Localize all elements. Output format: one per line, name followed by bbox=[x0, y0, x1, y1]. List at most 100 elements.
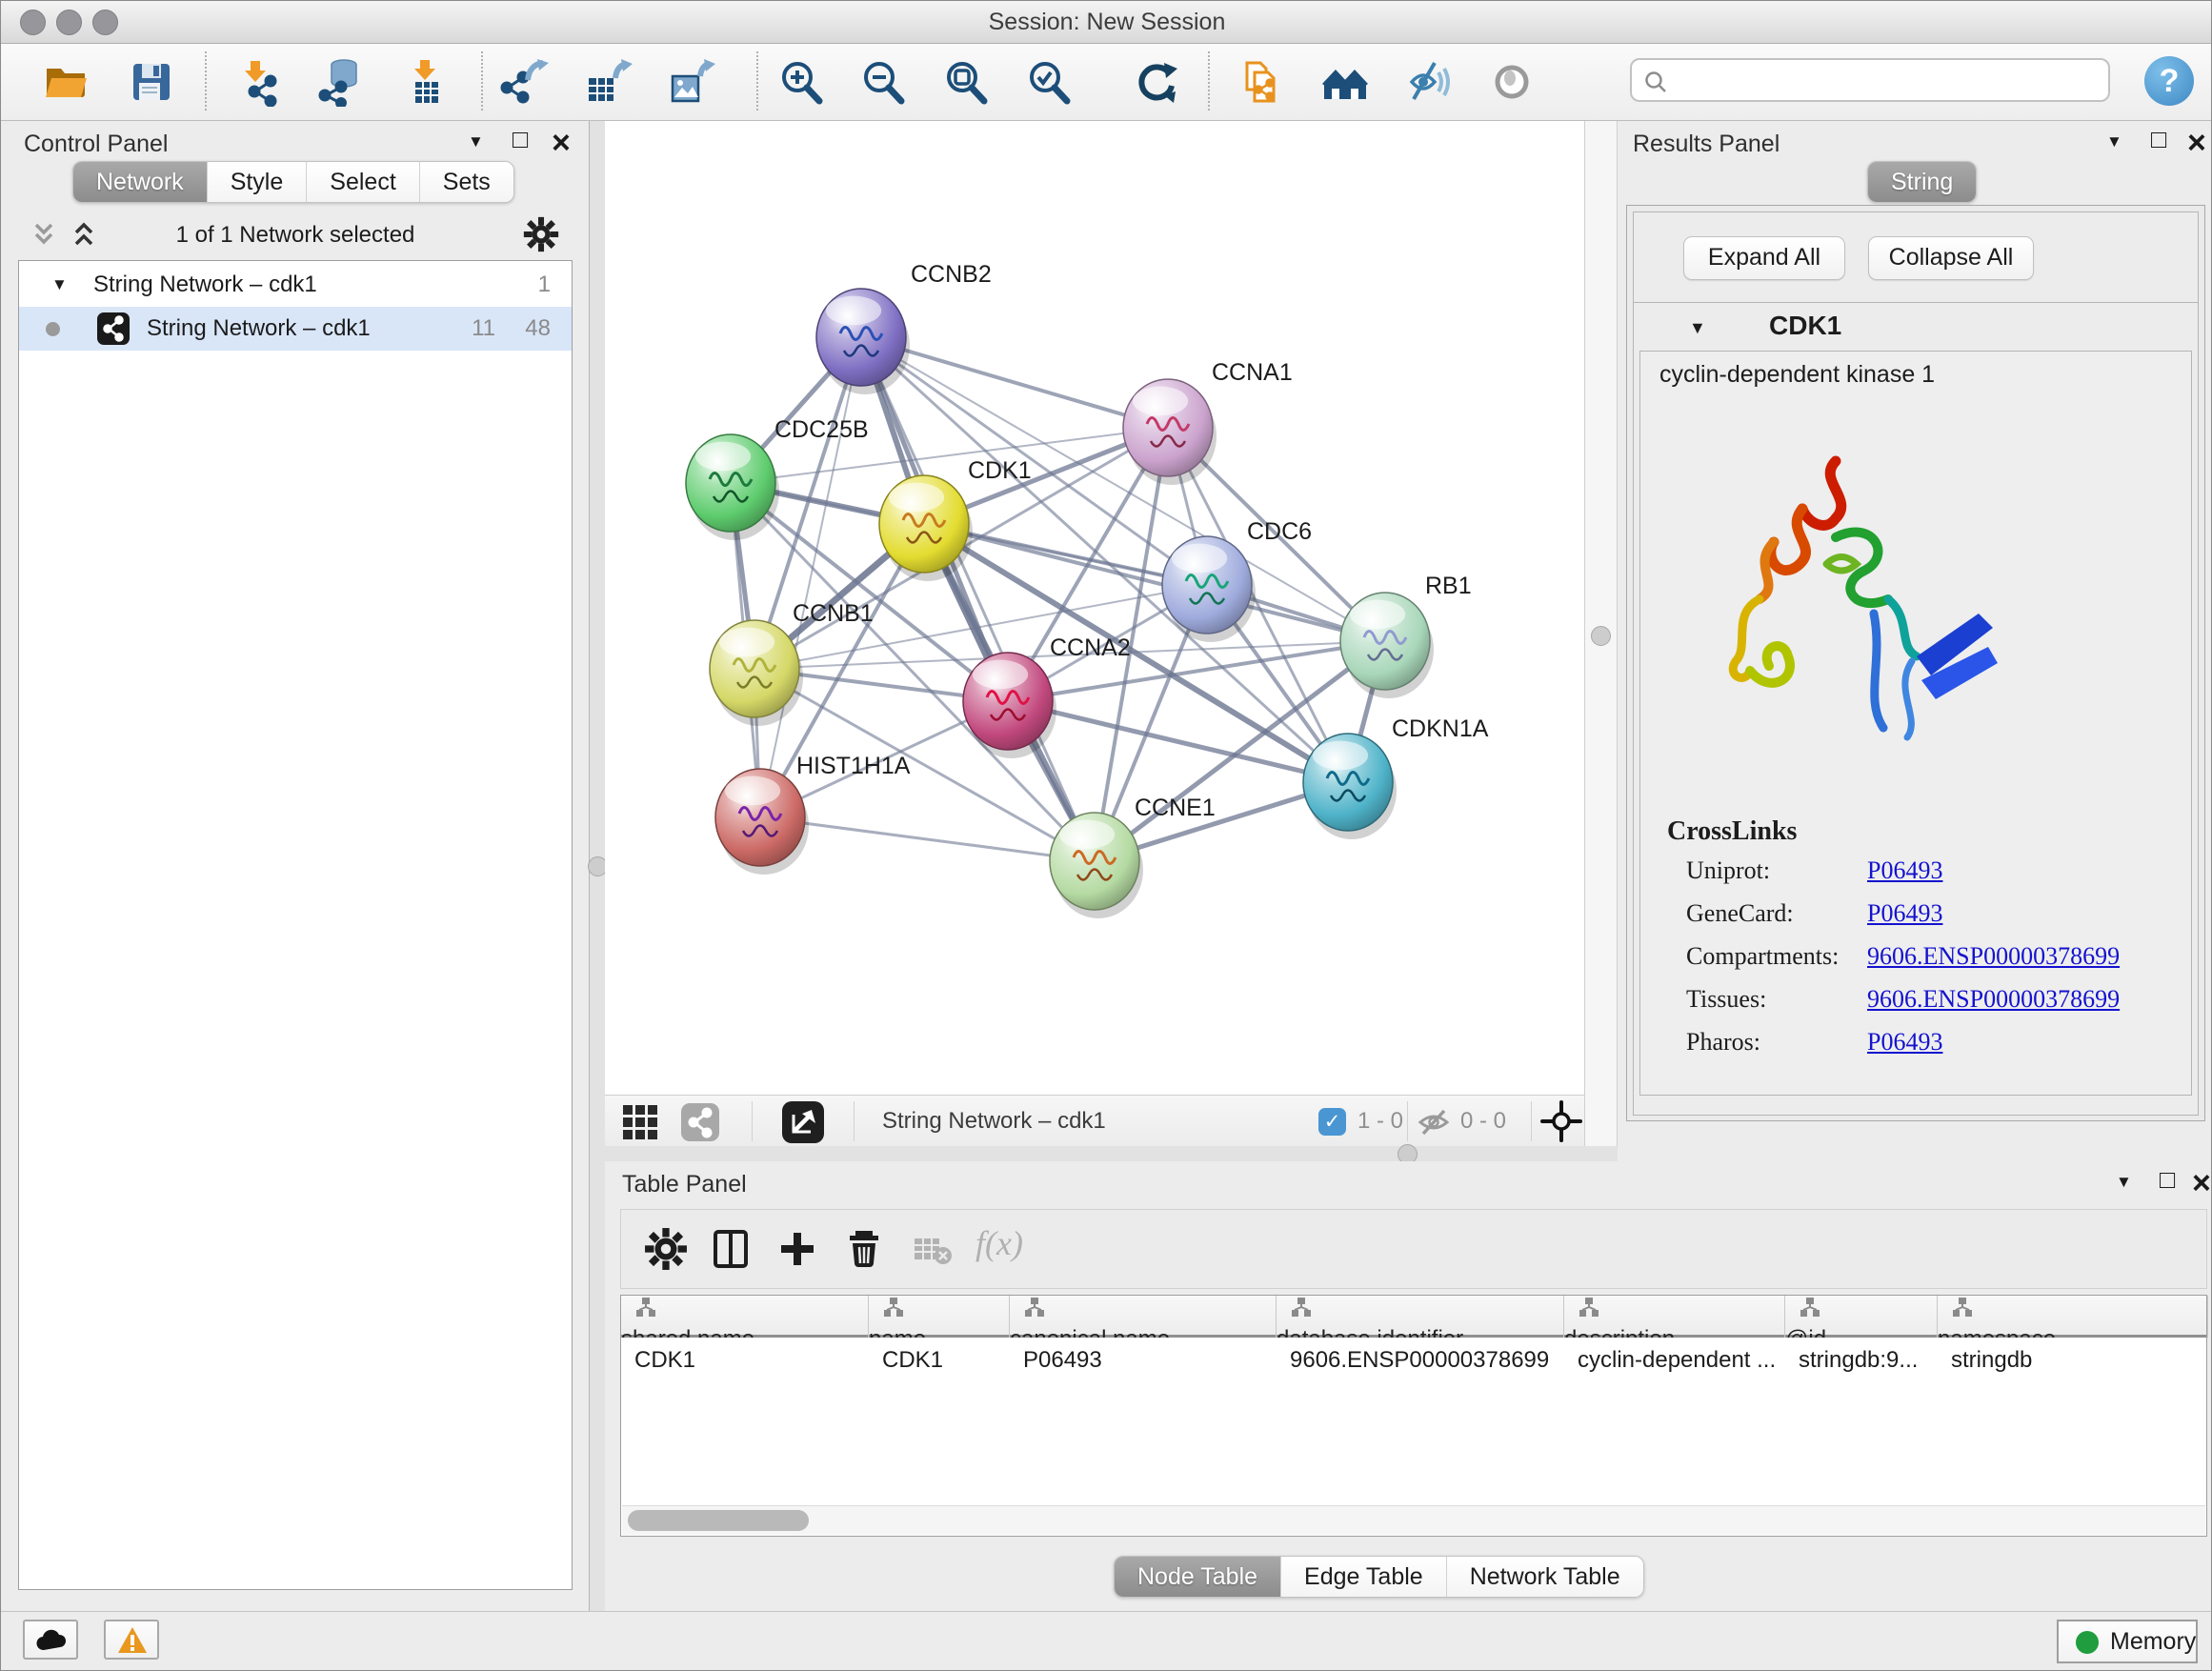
table-cell[interactable]: cyclin-dependent ... bbox=[1578, 1340, 1780, 1380]
share-icon[interactable] bbox=[681, 1103, 719, 1141]
network-collection-row[interactable]: ▼ String Network – cdk1 1 bbox=[19, 263, 572, 307]
panel-collapse-icon[interactable] bbox=[468, 132, 484, 151]
cloud-button[interactable] bbox=[23, 1620, 78, 1660]
table-cell[interactable]: 9606.ENSP00000378699 bbox=[1290, 1340, 1558, 1380]
zoom-out-icon[interactable] bbox=[858, 57, 908, 107]
memory-button[interactable]: Memory bbox=[2057, 1620, 2198, 1663]
add-column-icon[interactable] bbox=[775, 1227, 819, 1271]
column-header-description[interactable]: description bbox=[1564, 1296, 1785, 1338]
tree-expand-icon[interactable]: ▼ bbox=[51, 263, 68, 307]
import-table-icon[interactable] bbox=[401, 57, 451, 107]
show-eye-icon[interactable] bbox=[1487, 57, 1537, 107]
delete-table-icon[interactable] bbox=[911, 1227, 955, 1271]
node-CDC25B[interactable] bbox=[686, 434, 779, 540]
edge-HIST1H1A-CCNE1[interactable] bbox=[760, 817, 1095, 861]
zoom-in-icon[interactable] bbox=[776, 57, 826, 107]
show-columns-icon[interactable] bbox=[709, 1227, 753, 1271]
tab-sets[interactable]: Sets bbox=[420, 162, 513, 202]
export-image-icon[interactable] bbox=[666, 57, 715, 107]
node-CCNA2[interactable] bbox=[963, 653, 1056, 758]
open-session-icon[interactable] bbox=[41, 57, 90, 107]
node-CCNB2[interactable] bbox=[816, 289, 910, 394]
column-header-namespace[interactable]: namespace bbox=[1938, 1296, 2208, 1338]
network-graph[interactable]: CCNB2CCNA1CDC25BCDK1CDC6RB1CCNB1CCNA2CDK… bbox=[605, 121, 1584, 1095]
zoom-selected-icon[interactable] bbox=[1024, 57, 1074, 107]
save-session-icon[interactable] bbox=[127, 57, 176, 107]
collapse-all-button[interactable]: Collapse All bbox=[1868, 236, 2034, 280]
node-CDKN1A[interactable] bbox=[1303, 734, 1397, 839]
panel-close-icon[interactable] bbox=[552, 131, 571, 158]
tab-network-table[interactable]: Network Table bbox=[1447, 1557, 1643, 1597]
crosslink-link[interactable]: P06493 bbox=[1867, 899, 1942, 928]
tab-string[interactable]: String bbox=[1868, 162, 1976, 202]
network-canvas[interactable]: CCNB2CCNA1CDC25BCDK1CDC6RB1CCNB1CCNA2CDK… bbox=[605, 121, 1584, 1095]
horizontal-scrollbar[interactable] bbox=[622, 1505, 2205, 1535]
tab-node-table[interactable]: Node Table bbox=[1115, 1557, 1281, 1597]
hidden-eye-icon[interactable] bbox=[1417, 1105, 1451, 1139]
import-network-icon[interactable] bbox=[234, 57, 284, 107]
search-input[interactable] bbox=[1676, 63, 2099, 97]
grid-view-icon[interactable] bbox=[622, 1104, 658, 1140]
copy-network-icon[interactable] bbox=[1236, 57, 1285, 107]
panel-float-icon[interactable] bbox=[2151, 125, 2166, 154]
table-cell[interactable]: CDK1 bbox=[634, 1340, 863, 1380]
table-cell[interactable]: P06493 bbox=[1023, 1340, 1271, 1380]
node-HIST1H1A[interactable] bbox=[715, 769, 809, 875]
column-header-database-identifier[interactable]: database identifier bbox=[1277, 1296, 1564, 1338]
divider-handle[interactable] bbox=[1591, 626, 1611, 646]
tab-edge-table[interactable]: Edge Table bbox=[1281, 1557, 1447, 1597]
node-CCNE1[interactable] bbox=[1050, 813, 1143, 918]
table-cell[interactable]: CDK1 bbox=[882, 1340, 1004, 1380]
right-splitter[interactable] bbox=[1584, 121, 1618, 1146]
section-collapse-icon[interactable]: ▼ bbox=[1689, 318, 1706, 338]
node-CDK1[interactable] bbox=[879, 475, 973, 581]
delete-column-icon[interactable] bbox=[842, 1227, 886, 1271]
panel-close-icon[interactable] bbox=[2192, 1171, 2211, 1198]
tab-style[interactable]: Style bbox=[208, 162, 308, 202]
search-field[interactable] bbox=[1630, 58, 2110, 102]
warning-button[interactable] bbox=[104, 1620, 159, 1660]
crosslink-link[interactable]: P06493 bbox=[1867, 856, 1942, 885]
new-window-icon[interactable] bbox=[782, 1101, 824, 1143]
function-builder-icon[interactable]: f(x) bbox=[975, 1223, 1023, 1263]
column-header-@id[interactable]: @id bbox=[1785, 1296, 1938, 1338]
zoom-fit-icon[interactable] bbox=[941, 57, 991, 107]
crosslink-link[interactable]: 9606.ENSP00000378699 bbox=[1867, 985, 2120, 1014]
panel-collapse-icon[interactable] bbox=[2106, 132, 2122, 151]
gear-icon[interactable] bbox=[523, 216, 559, 252]
crosslink-link[interactable]: P06493 bbox=[1867, 1028, 1942, 1057]
help-icon[interactable] bbox=[2144, 56, 2194, 106]
home-icon[interactable] bbox=[1320, 57, 1370, 107]
scrollbar-thumb[interactable] bbox=[628, 1510, 809, 1531]
hide-panels-icon[interactable] bbox=[1404, 57, 1454, 107]
panel-close-icon[interactable] bbox=[2187, 131, 2206, 158]
tab-select[interactable]: Select bbox=[307, 162, 419, 202]
refresh-icon[interactable] bbox=[1132, 57, 1181, 107]
left-splitter[interactable] bbox=[590, 121, 605, 1611]
crosslink-link[interactable]: 9606.ENSP00000378699 bbox=[1867, 942, 2120, 971]
status-bar: Memory bbox=[1, 1611, 2212, 1671]
import-database-icon[interactable] bbox=[314, 57, 364, 107]
export-table-icon[interactable] bbox=[583, 57, 633, 107]
panel-float-icon[interactable] bbox=[513, 125, 528, 154]
fit-content-icon[interactable] bbox=[1540, 1100, 1582, 1142]
tab-network[interactable]: Network bbox=[73, 162, 208, 202]
column-header-label: namespace bbox=[1938, 1326, 2056, 1338]
expand-all-button[interactable]: Expand All bbox=[1683, 236, 1845, 280]
panel-collapse-icon[interactable] bbox=[2116, 1173, 2132, 1192]
edge-CCNB2-CCNE1[interactable] bbox=[861, 337, 1095, 861]
edge-CDK1-RB1[interactable] bbox=[924, 524, 1385, 641]
table-settings-gear-icon[interactable] bbox=[644, 1227, 688, 1271]
column-header-shared-name[interactable]: shared name bbox=[621, 1296, 869, 1338]
selected-checkbox-icon[interactable] bbox=[1318, 1108, 1346, 1136]
table-cell[interactable]: stringdb:9... bbox=[1799, 1340, 1932, 1380]
panel-float-icon[interactable] bbox=[2160, 1165, 2175, 1195]
column-header-name[interactable]: name bbox=[869, 1296, 1010, 1338]
column-header-canonical-name[interactable]: canonical name bbox=[1010, 1296, 1277, 1338]
node-CCNA1[interactable] bbox=[1123, 379, 1217, 485]
export-network-icon[interactable] bbox=[499, 57, 549, 107]
network-row[interactable]: String Network – cdk1 11 48 bbox=[19, 307, 572, 351]
table-cell[interactable]: stringdb bbox=[1951, 1340, 2202, 1380]
edge-CCNB2-HIST1H1A[interactable] bbox=[760, 337, 861, 817]
node-RB1[interactable] bbox=[1340, 593, 1434, 698]
